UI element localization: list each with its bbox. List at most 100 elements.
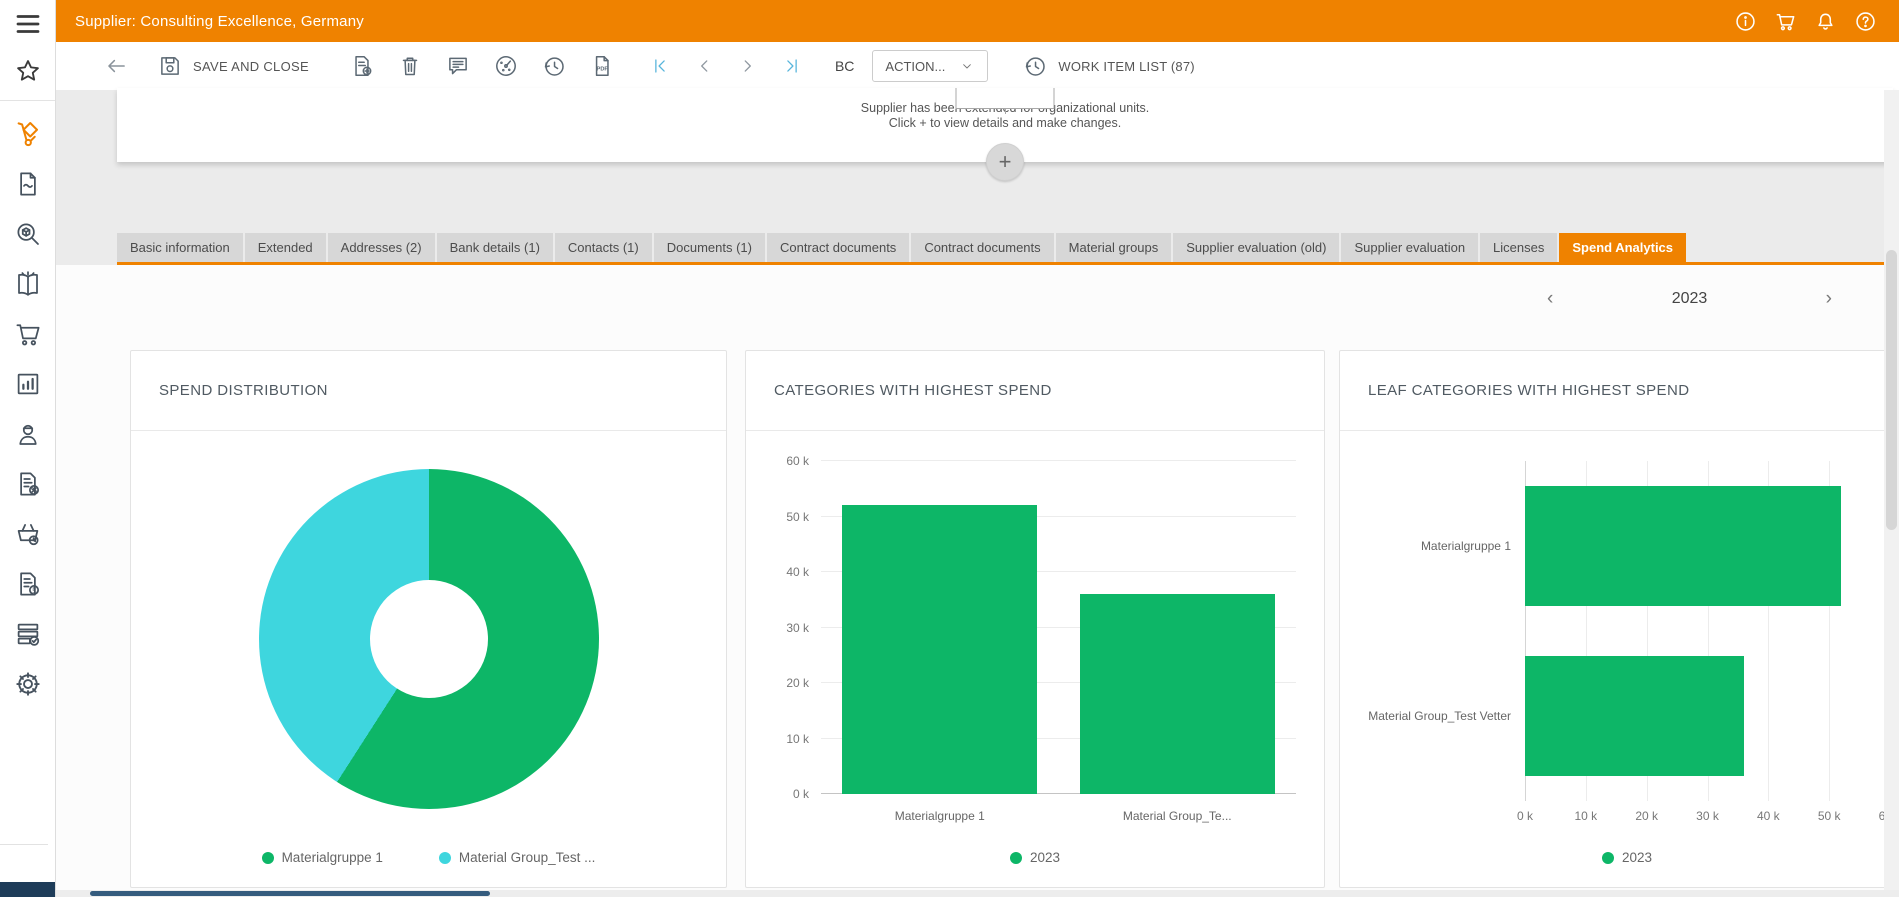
legend-item[interactable]: 2023 <box>1010 850 1060 865</box>
sidebar-item-data-server[interactable] <box>0 609 55 659</box>
tab-addresses-2[interactable]: Addresses (2) <box>328 233 435 262</box>
bar-1[interactable] <box>842 505 1037 794</box>
card-title: LEAF CATEGORIES WITH HIGHEST SPEND <box>1340 351 1899 431</box>
bar-track <box>1525 486 1890 606</box>
bar-2[interactable] <box>1525 656 1744 776</box>
tab-documents-1[interactable]: Documents (1) <box>654 233 765 262</box>
tab-material-groups[interactable]: Material groups <box>1056 233 1172 262</box>
x-axis-tick-label: 0 k <box>1517 809 1533 823</box>
vertical-scrollbar[interactable] <box>1884 90 1899 890</box>
spend-distribution-donut[interactable] <box>259 469 599 809</box>
legend-label: Material Group_Test ... <box>459 850 596 865</box>
org-unit-node[interactable] <box>956 88 1055 109</box>
comment-icon[interactable] <box>445 53 471 79</box>
header-icons <box>1717 10 1877 33</box>
tab-contacts-1[interactable]: Contacts (1) <box>555 233 652 262</box>
action-dropdown[interactable]: ACTION... <box>872 50 988 82</box>
delete-icon[interactable] <box>397 53 423 79</box>
next-year-button[interactable]: › <box>1826 289 1832 309</box>
svg-text:PDF: PDF <box>597 66 609 72</box>
chart-legend: Materialgruppe 1 Material Group_Test ... <box>131 850 726 865</box>
gauge-icon[interactable] <box>493 53 519 79</box>
y-axis-tick-label: 10 k <box>759 732 809 746</box>
category-labels: Materialgruppe 1Material Group_Te... <box>821 809 1296 823</box>
tab-supplier-evaluation-old[interactable]: Supplier evaluation (old) <box>1173 233 1339 262</box>
info-icon[interactable] <box>1734 10 1757 33</box>
bell-icon[interactable] <box>1814 10 1837 33</box>
sidebar: § <box>0 0 56 897</box>
previous-page-icon[interactable] <box>693 55 715 77</box>
legend-item[interactable]: 2023 <box>1602 850 1652 865</box>
y-axis-tick-label: 30 k <box>759 621 809 635</box>
save-and-close-button[interactable]: SAVE AND CLOSE <box>157 53 309 79</box>
chart-body: Materialgruppe 1Material Group_Test Vett… <box>1340 431 1899 887</box>
chart-body: Materialgruppe 1 Material Group_Test ... <box>131 431 726 887</box>
first-page-icon[interactable] <box>649 55 671 77</box>
help-icon[interactable] <box>1854 10 1877 33</box>
tab-bank-details-1[interactable]: Bank details (1) <box>437 233 553 262</box>
category-label: Materialgruppe 1 <box>1340 539 1525 553</box>
sidebar-item-supplier-person[interactable] <box>0 409 55 459</box>
bar-slot <box>1059 461 1297 794</box>
expand-org-units-button[interactable]: + <box>986 143 1024 181</box>
bars-layer: Materialgruppe 1Material Group_Test Vett… <box>1340 461 1890 801</box>
tab-supplier-evaluation[interactable]: Supplier evaluation <box>1341 233 1478 262</box>
tab-basic-information[interactable]: Basic information <box>117 233 243 262</box>
sidebar-item-hand-truck[interactable] <box>0 109 55 159</box>
legend-swatch <box>262 852 274 864</box>
tab-extended[interactable]: Extended <box>245 233 326 262</box>
sidebar-brand-block <box>0 882 55 897</box>
next-page-icon[interactable] <box>737 55 759 77</box>
pdf-icon[interactable]: PDF <box>589 53 615 79</box>
y-axis-tick-label: 60 k <box>759 454 809 468</box>
x-axis-tick-label: 10 k <box>1574 809 1597 823</box>
sidebar-item-invoice-percent[interactable] <box>0 459 55 509</box>
sidebar-item-contract-document[interactable] <box>0 159 55 209</box>
sidebar-item-settings-gear[interactable] <box>0 659 55 709</box>
last-page-icon[interactable] <box>781 55 803 77</box>
record-navigation <box>649 55 803 77</box>
categories-highest-spend-card: CATEGORIES WITH HIGHEST SPEND0 k10 k20 k… <box>745 350 1325 888</box>
plot-area: 0 k10 k20 k30 k40 k50 k60 k <box>821 461 1296 794</box>
horizontal-scrollbar-thumb[interactable] <box>90 891 490 896</box>
legend-item[interactable]: Materialgruppe 1 <box>262 850 383 865</box>
sidebar-item-analytics-chart[interactable] <box>0 359 55 409</box>
previous-year-button[interactable]: ‹ <box>1547 289 1553 309</box>
favorites-button[interactable] <box>0 48 55 94</box>
vertical-scrollbar-thumb[interactable] <box>1886 250 1897 530</box>
category-label: Materialgruppe 1 <box>821 809 1059 823</box>
sidebar-item-legal-document[interactable]: § <box>0 559 55 609</box>
app-header: Supplier: Consulting Excellence, Germany <box>55 0 1899 42</box>
legend-label: 2023 <box>1622 850 1652 865</box>
sidebar-item-catalog-book[interactable] <box>0 259 55 309</box>
contract-document-icon <box>13 169 43 199</box>
chart-legend: 2023 <box>746 850 1324 865</box>
main-menu-button[interactable] <box>0 0 55 48</box>
sidebar-item-shopping-cart[interactable] <box>0 309 55 359</box>
bar-2[interactable] <box>1080 594 1275 794</box>
tab-contract-documents[interactable]: Contract documents <box>911 233 1053 262</box>
chevron-down-icon <box>959 58 975 74</box>
back-arrow-icon[interactable] <box>103 53 129 79</box>
sidebar-item-basket-clock[interactable] <box>0 509 55 559</box>
tab-contract-documents[interactable]: Contract documents <box>767 233 909 262</box>
bc-label: BC <box>835 58 854 74</box>
horizontal-scrollbar[interactable] <box>55 890 1899 897</box>
spend-distribution-card: SPEND DISTRIBUTIONMaterialgruppe 1Materi… <box>130 350 727 888</box>
history-icon[interactable] <box>541 53 567 79</box>
sidebar-item-item-search[interactable] <box>0 209 55 259</box>
plot-area: Materialgruppe 1Material Group_Test Vett… <box>1340 461 1890 801</box>
tab-licenses[interactable]: Licenses <box>1480 233 1557 262</box>
save-and-close-label: SAVE AND CLOSE <box>193 59 309 74</box>
bar-slot <box>821 461 1059 794</box>
legend-swatch <box>1010 852 1022 864</box>
page-content: Supplier has been extended for organizat… <box>55 90 1899 890</box>
cart-icon[interactable] <box>1774 10 1797 33</box>
tab-spend-analytics[interactable]: Spend Analytics <box>1559 233 1686 262</box>
item-search-icon <box>13 219 43 249</box>
y-axis-tick-label: 40 k <box>759 565 809 579</box>
work-item-list-button[interactable]: WORK ITEM LIST (87) <box>1022 53 1194 79</box>
legend-item[interactable]: Material Group_Test ... <box>439 850 596 865</box>
document-add-icon[interactable] <box>349 53 375 79</box>
bar-1[interactable] <box>1525 486 1841 606</box>
